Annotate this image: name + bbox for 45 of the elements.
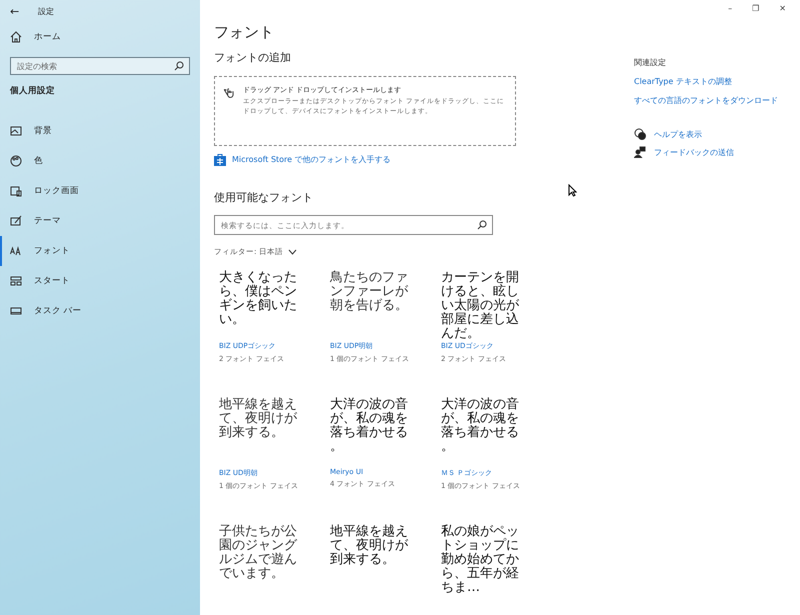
window-title: 設定 xyxy=(38,6,54,16)
section-heading: フォントの追加 xyxy=(214,50,291,65)
font-sample[interactable]: 子供たちが公園のジャングルジムで遊んでいます。 xyxy=(219,525,309,589)
related-link[interactable]: すべての言語のフォントをダウンロード xyxy=(634,95,778,106)
font-sample[interactable]: 大洋の波の音が、私の魂を落ち着かせる。 xyxy=(330,398,420,462)
taskbar-icon xyxy=(10,305,22,317)
back-button[interactable]: ← xyxy=(10,4,38,18)
home-nav-item[interactable]: ホーム xyxy=(0,22,200,52)
feedback-link[interactable]: フィードバックの送信 xyxy=(634,146,778,158)
font-sample[interactable]: 地平線を越えて、夜明けが到来する。 xyxy=(330,525,420,589)
font-sample[interactable]: 大きくなったら、僕はペンギンを飼いたい。 xyxy=(219,271,309,335)
store-link[interactable]: Microsoft Store で他のフォントを入手する xyxy=(214,153,391,166)
minimize-button[interactable]: – xyxy=(728,4,732,13)
help-link[interactable]: ヘルプを表示 xyxy=(634,128,778,140)
lock-screen-icon xyxy=(10,185,22,197)
start-icon xyxy=(10,275,22,287)
mouse-cursor-icon xyxy=(568,184,577,197)
search-icon xyxy=(477,220,487,230)
person-feedback-icon xyxy=(634,146,646,158)
chevron-down-icon xyxy=(288,249,297,255)
theme-icon xyxy=(10,215,22,227)
sidebar-item[interactable]: スタート xyxy=(0,266,200,296)
palette-icon xyxy=(10,155,22,167)
close-button[interactable]: ✕ xyxy=(779,4,786,13)
page-title: フォント xyxy=(214,23,274,42)
help-chat-icon xyxy=(634,128,646,140)
sidebar-item[interactable]: テーマ xyxy=(0,206,200,236)
sidebar-item[interactable]: 背景 xyxy=(0,116,200,146)
related-settings-heading: 関連設定 xyxy=(634,57,667,68)
font-icon xyxy=(10,245,22,257)
font-sample[interactable]: 地平線を越えて、夜明けが到来する。 xyxy=(219,398,309,462)
sidebar-item[interactable]: 色 xyxy=(0,146,200,176)
shopping-bag-icon xyxy=(214,153,226,166)
restore-button[interactable]: ❐ xyxy=(752,4,760,13)
picture-icon xyxy=(10,125,22,137)
section-heading: 使用可能なフォント xyxy=(214,190,313,205)
search-icon xyxy=(174,61,184,71)
section-heading: 個人用設定 xyxy=(9,84,56,98)
font-sample[interactable]: 鳥たちのファンファーレが朝を告げる。 xyxy=(330,271,420,335)
sidebar-item[interactable]: タスク バー xyxy=(0,296,200,326)
home-icon xyxy=(10,31,22,43)
font-sample[interactable]: 大洋の波の音が、私の魂を落ち着かせる。 xyxy=(441,398,531,462)
settings-search-field[interactable]: 設定の検索 xyxy=(10,57,190,75)
sidebar-item[interactable]: ロック画面 xyxy=(0,176,200,206)
related-link[interactable]: ClearType テキストの調整 xyxy=(634,76,778,87)
